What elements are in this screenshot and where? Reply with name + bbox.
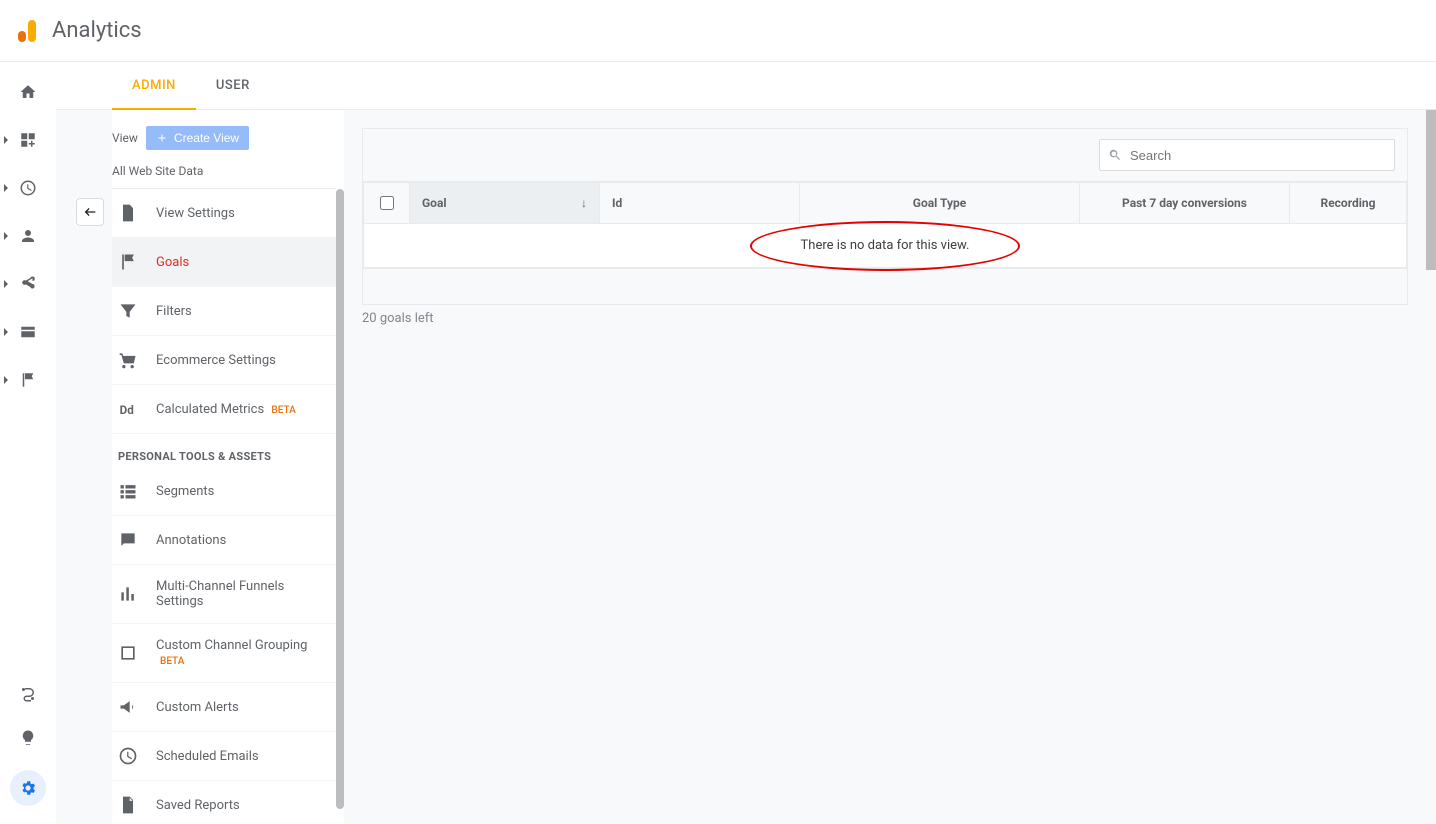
menu-calculated-metrics[interactable]: DdCalculated Metrics BETA bbox=[112, 385, 344, 434]
rail-conversions[interactable] bbox=[8, 368, 48, 392]
search-box[interactable] bbox=[1099, 139, 1395, 171]
col-goal-type[interactable]: Goal Type bbox=[800, 183, 1080, 224]
col-checkbox bbox=[364, 183, 410, 224]
funnel-icon bbox=[118, 301, 138, 321]
rail-audience[interactable] bbox=[8, 224, 48, 248]
file-icon bbox=[118, 795, 138, 815]
col-past7[interactable]: Past 7 day conversions bbox=[1080, 183, 1290, 224]
column-label: View bbox=[112, 131, 138, 145]
empty-row: There is no data for this view. bbox=[364, 224, 1407, 268]
menu-segments[interactable]: Segments bbox=[112, 467, 344, 516]
sidebar-scrollbar[interactable] bbox=[336, 189, 344, 809]
menu-saved-reports[interactable]: Saved Reports bbox=[112, 781, 344, 824]
megaphone-icon bbox=[118, 697, 138, 717]
admin-tabs: ADMIN USER bbox=[56, 62, 1436, 110]
menu-mcf-settings[interactable]: Multi-Channel Funnels Settings bbox=[112, 565, 344, 624]
dd-icon: Dd bbox=[118, 399, 138, 419]
col-recording[interactable]: Recording bbox=[1290, 183, 1407, 224]
rail-realtime[interactable] bbox=[8, 176, 48, 200]
sort-arrow-icon: ↓ bbox=[581, 196, 587, 210]
page-scrollbar[interactable] bbox=[1426, 110, 1436, 824]
rail-customization[interactable] bbox=[8, 128, 48, 152]
rail-acquisition[interactable] bbox=[8, 272, 48, 296]
search-icon bbox=[1108, 148, 1122, 162]
menu-custom-channel-grouping[interactable]: Custom Channel GroupingBETA bbox=[112, 624, 344, 683]
col-id[interactable]: Id bbox=[600, 183, 800, 224]
goals-main: Goal↓ Id Goal Type Past 7 day conversion… bbox=[344, 110, 1426, 824]
document-icon bbox=[118, 203, 138, 223]
view-name[interactable]: All Web Site Data bbox=[112, 160, 336, 189]
share-icon bbox=[19, 275, 37, 293]
menu-view-settings[interactable]: View Settings bbox=[112, 189, 344, 238]
menu-ecommerce[interactable]: Ecommerce Settings bbox=[112, 336, 344, 385]
menu-goals[interactable]: Goals bbox=[112, 238, 344, 287]
tab-user[interactable]: USER bbox=[196, 62, 270, 110]
nav-rail bbox=[0, 62, 56, 824]
grouping-icon bbox=[118, 643, 138, 663]
app-header: Analytics bbox=[0, 0, 1436, 62]
person-icon bbox=[19, 227, 37, 245]
section-personal-tools: PERSONAL TOOLS & ASSETS bbox=[112, 434, 344, 467]
rail-attribution[interactable] bbox=[8, 682, 48, 706]
lightbulb-icon bbox=[19, 729, 37, 747]
menu-filters[interactable]: Filters bbox=[112, 287, 344, 336]
back-button[interactable] bbox=[76, 198, 104, 226]
create-view-button[interactable]: Create View bbox=[146, 126, 249, 150]
view-column: View Create View All Web Site Data View … bbox=[112, 110, 344, 824]
flag-icon bbox=[19, 371, 37, 389]
bars-icon bbox=[118, 584, 138, 604]
svg-text:Dd: Dd bbox=[120, 403, 134, 417]
tab-admin[interactable]: ADMIN bbox=[112, 62, 196, 110]
col-goal[interactable]: Goal↓ bbox=[410, 183, 600, 224]
clock-outline-icon bbox=[118, 746, 138, 766]
card-icon bbox=[19, 323, 37, 341]
back-arrow-icon bbox=[82, 204, 98, 220]
menu-custom-alerts[interactable]: Custom Alerts bbox=[112, 683, 344, 732]
empty-message: There is no data for this view. bbox=[801, 238, 970, 253]
product-name: Analytics bbox=[52, 18, 142, 43]
path-icon bbox=[19, 685, 37, 703]
goals-remaining: 20 goals left bbox=[362, 305, 1408, 326]
flag-icon bbox=[118, 252, 138, 272]
panel-footer bbox=[363, 268, 1407, 304]
menu-annotations[interactable]: Annotations bbox=[112, 516, 344, 565]
annotation-icon bbox=[118, 530, 138, 550]
rail-behavior[interactable] bbox=[8, 320, 48, 344]
grid-plus-icon bbox=[19, 131, 37, 149]
plus-icon bbox=[156, 132, 168, 144]
rail-home[interactable] bbox=[8, 80, 48, 104]
segments-icon bbox=[118, 481, 138, 501]
clock-icon bbox=[19, 179, 37, 197]
gear-icon bbox=[19, 779, 37, 797]
rail-discover[interactable] bbox=[8, 726, 48, 750]
rail-admin[interactable] bbox=[10, 770, 46, 806]
goals-table: Goal↓ Id Goal Type Past 7 day conversion… bbox=[363, 182, 1407, 268]
search-input[interactable] bbox=[1128, 147, 1386, 164]
select-all-checkbox[interactable] bbox=[380, 196, 394, 210]
cart-icon bbox=[118, 350, 138, 370]
menu-scheduled-emails[interactable]: Scheduled Emails bbox=[112, 732, 344, 781]
analytics-logo-icon bbox=[18, 20, 36, 42]
create-view-label: Create View bbox=[174, 131, 239, 145]
home-icon bbox=[19, 83, 37, 101]
